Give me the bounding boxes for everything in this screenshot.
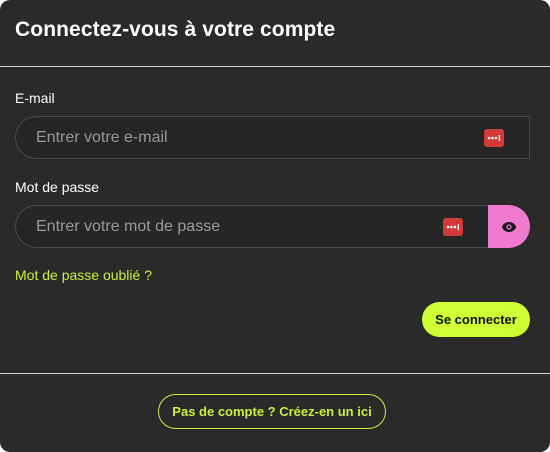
email-label: E-mail xyxy=(15,90,55,106)
email-field-wrapper xyxy=(15,116,530,159)
password-manager-icon[interactable] xyxy=(484,128,504,147)
login-modal: Connectez-vous à votre compte E-mail Mot… xyxy=(0,0,550,452)
footer-divider xyxy=(0,373,550,374)
header-divider xyxy=(0,66,550,67)
modal-title: Connectez-vous à votre compte xyxy=(15,18,336,41)
password-manager-icon[interactable] xyxy=(443,217,463,236)
toggle-password-visibility-button[interactable] xyxy=(488,205,530,248)
signup-button[interactable]: Pas de compte ? Créez-en un ici xyxy=(158,394,386,429)
eye-icon xyxy=(501,221,517,232)
password-field[interactable] xyxy=(16,205,443,248)
login-button[interactable]: Se connecter xyxy=(422,302,530,337)
forgot-password-link[interactable]: Mot de passe oublié ? xyxy=(15,267,152,283)
password-label: Mot de passe xyxy=(15,179,100,195)
email-field[interactable] xyxy=(16,116,484,159)
password-field-wrapper xyxy=(15,205,488,248)
